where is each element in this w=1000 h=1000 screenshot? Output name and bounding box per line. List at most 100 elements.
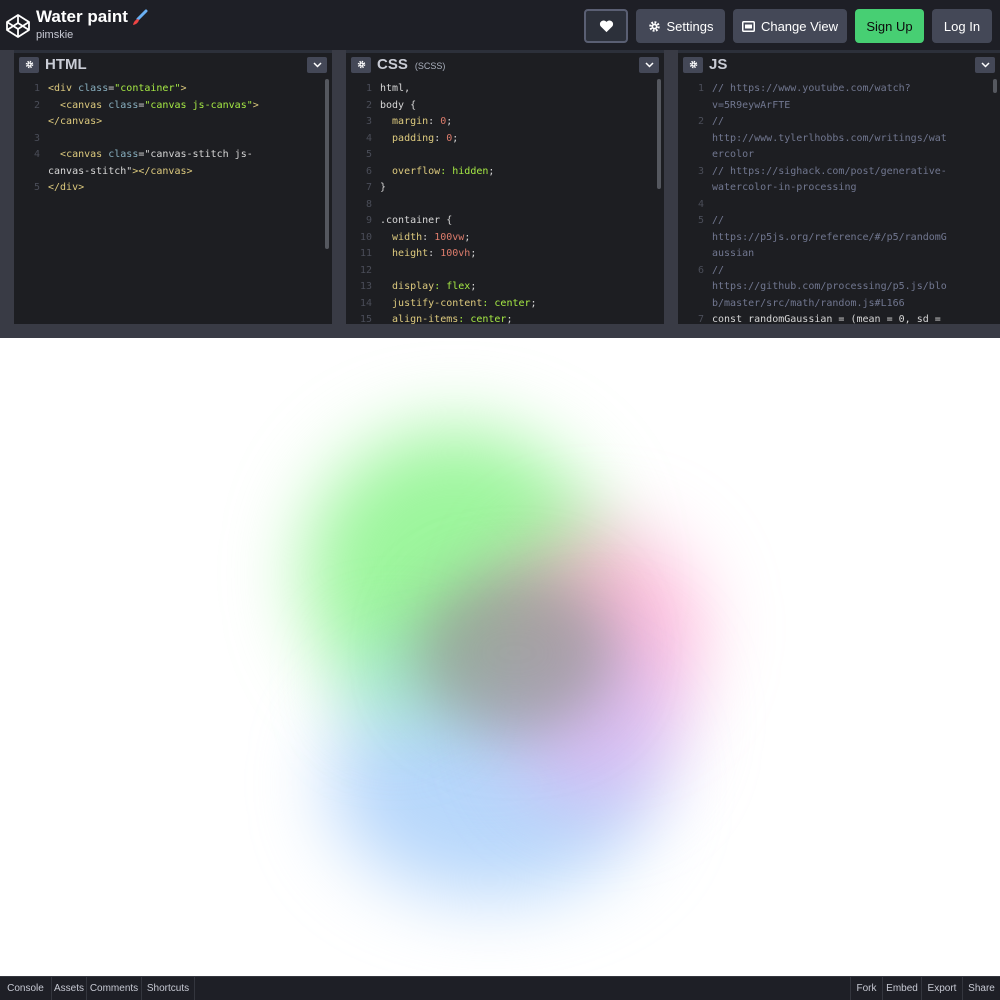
- code-text: b/master/src/math/random.js#L166: [712, 297, 905, 309]
- code-line[interactable]: 6 //: [678, 263, 1000, 280]
- css-collapse-button[interactable]: [639, 57, 659, 73]
- gear-icon: [648, 20, 660, 32]
- css-scrollbar[interactable]: [657, 79, 661, 189]
- js-scrollbar[interactable]: [993, 79, 997, 93]
- code-line[interactable]: 2 body {: [346, 98, 664, 115]
- fork-button[interactable]: Fork: [850, 977, 882, 1000]
- css-code[interactable]: 1 html, 2 body {3 margin: 0; 4 padding: 0; 5 6…: [346, 81, 664, 324]
- js-editor-pane: JS 1 // https://www.youtube.com/watch? v=5…: [678, 50, 1000, 324]
- pane-divider[interactable]: [332, 50, 346, 338]
- settings-label: Settings: [666, 18, 714, 34]
- line-number: 7: [365, 182, 372, 193]
- gear-icon: [689, 60, 697, 69]
- code-line[interactable]: 4: [678, 197, 1000, 214]
- code-line[interactable]: 12: [346, 263, 664, 280]
- code-line[interactable]: 5 //: [678, 213, 1000, 230]
- code-line[interactable]: 3: [14, 131, 332, 148]
- html-collapse-button[interactable]: [307, 57, 327, 73]
- code-line[interactable]: 13 display: flex;: [346, 279, 664, 296]
- code-text: // https://www.youtube.com/watch?: [712, 83, 911, 94]
- assets-button[interactable]: Assets: [52, 977, 87, 1000]
- heart-icon: [599, 20, 613, 33]
- code-line[interactable]: https://github.com/processing/p5.js/blo: [678, 279, 1000, 296]
- line-number: 3: [33, 132, 40, 144]
- code-line[interactable]: b/master/src/math/random.js#L166: [678, 296, 1000, 313]
- html-scrollbar[interactable]: [325, 79, 329, 249]
- js-settings-button[interactable]: [683, 56, 703, 73]
- html-code[interactable]: 1 <div class="container"> 2 <canvas class=…: [14, 81, 332, 324]
- code-text: aussian: [712, 248, 755, 259]
- code-line[interactable]: 11 height: 100vh;: [346, 246, 664, 263]
- code-line[interactable]: 1 html,: [346, 81, 664, 98]
- line-number: 6: [365, 165, 372, 177]
- sign-up-button[interactable]: Sign Up: [855, 9, 924, 43]
- js-pane-title: JS: [709, 56, 728, 73]
- js-code[interactable]: 1 // https://www.youtube.com/watch? v=5R9e…: [678, 81, 1000, 324]
- code-text: //: [712, 116, 725, 127]
- code-line[interactable]: watercolor-in-processing: [678, 180, 1000, 197]
- codepen-logo-icon[interactable]: [5, 13, 31, 39]
- line-number: 9: [365, 215, 372, 226]
- code-line[interactable]: 8: [346, 197, 664, 214]
- html-settings-button[interactable]: [19, 56, 39, 73]
- code-text: </canvas>: [48, 116, 103, 127]
- code-line[interactable]: 4 <canvas class="canvas-stitch js-: [14, 147, 332, 164]
- pen-author[interactable]: pimskie: [36, 28, 149, 42]
- embed-button[interactable]: Embed: [882, 977, 921, 1000]
- code-text: canvas-stitch"></canvas>: [48, 165, 193, 177]
- gear-icon: [357, 60, 365, 69]
- line-number: 15: [359, 314, 372, 324]
- pane-divider[interactable]: [664, 50, 678, 338]
- code-line[interactable]: 5 </div>: [14, 180, 332, 197]
- code-line[interactable]: </canvas>: [14, 114, 332, 131]
- shortcuts-button[interactable]: Shortcuts: [142, 977, 195, 1000]
- code-line[interactable]: 3 // https://sighack.com/post/generative-: [678, 164, 1000, 181]
- code-line[interactable]: 15 align-items: center;: [346, 312, 664, 324]
- code-line[interactable]: 10 width: 100vw;: [346, 230, 664, 247]
- code-text: }: [380, 182, 387, 193]
- js-collapse-button[interactable]: [975, 57, 995, 73]
- code-line[interactable]: canvas-stitch"></canvas>: [14, 164, 332, 181]
- code-text: //: [712, 264, 725, 276]
- code-line[interactable]: 7}: [346, 180, 664, 197]
- code-line[interactable]: 6 overflow: hidden;: [346, 164, 664, 181]
- log-in-button[interactable]: Log In: [932, 9, 992, 43]
- code-text: watercolor-in-processing: [712, 182, 857, 193]
- editor-resize-bar[interactable]: [0, 324, 1000, 338]
- code-line[interactable]: 7 const randomGaussian = (mean = 0, sd =: [678, 312, 1000, 324]
- line-number: 4: [365, 132, 372, 144]
- code-text: .container {: [380, 215, 453, 226]
- code-line[interactable]: ercolor: [678, 147, 1000, 164]
- code-line[interactable]: 2 //: [678, 114, 1000, 131]
- share-button[interactable]: Share: [962, 977, 1000, 1000]
- editor-area: HTML 1 <div class="container"> 2 <canvas c…: [0, 50, 1000, 338]
- pen-title[interactable]: Water paint: [36, 6, 149, 28]
- code-line[interactable]: 1 <div class="container">: [14, 81, 332, 98]
- chevron-down-icon: [980, 62, 990, 68]
- code-line[interactable]: aussian: [678, 246, 1000, 263]
- code-line[interactable]: 9 .container {: [346, 213, 664, 230]
- code-line[interactable]: 4 padding: 0;: [346, 131, 664, 148]
- result-preview[interactable]: [0, 338, 1000, 976]
- code-text: margin: 0;: [380, 116, 453, 127]
- footer-bar: Console Assets Comments Shortcuts Fork E…: [0, 976, 1000, 1000]
- code-line[interactable]: 1 // https://www.youtube.com/watch?: [678, 81, 1000, 98]
- code-line[interactable]: https://p5js.org/reference/#/p5/randomG: [678, 230, 1000, 247]
- code-line[interactable]: v=5R9eywArFTE: [678, 98, 1000, 115]
- comments-button[interactable]: Comments: [87, 977, 142, 1000]
- code-line[interactable]: http://www.tylerlhobbs.com/writings/wat: [678, 131, 1000, 148]
- css-settings-button[interactable]: [351, 56, 371, 73]
- love-button[interactable]: [584, 9, 628, 43]
- settings-button[interactable]: Settings: [636, 9, 725, 43]
- line-number: 1: [697, 83, 704, 94]
- line-number: 1: [33, 83, 40, 94]
- code-text: https://p5js.org/reference/#/p5/randomG: [712, 231, 947, 243]
- export-button[interactable]: Export: [921, 977, 962, 1000]
- change-view-button[interactable]: Change View: [733, 9, 847, 43]
- code-line[interactable]: 2 <canvas class="canvas js-canvas">: [14, 98, 332, 115]
- code-line[interactable]: 5: [346, 147, 664, 164]
- code-line[interactable]: 14 justify-content: center;: [346, 296, 664, 313]
- code-text: </div>: [48, 182, 85, 193]
- console-button[interactable]: Console: [0, 977, 52, 1000]
- code-line[interactable]: 3 margin: 0;: [346, 114, 664, 131]
